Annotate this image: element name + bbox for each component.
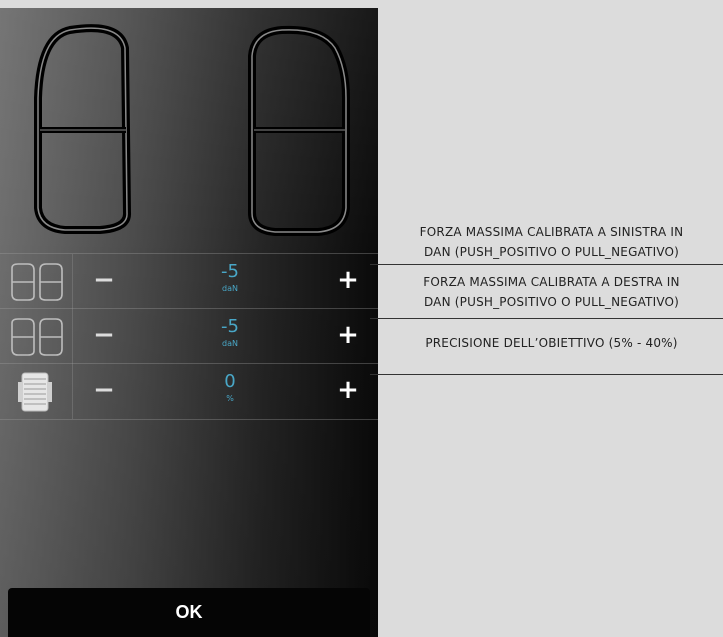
- increase-right-force-button[interactable]: +: [336, 322, 360, 348]
- dual-handle-icon: [11, 318, 63, 356]
- left-force-annotation-underline: [370, 264, 723, 265]
- annotation-line: FORZA MASSIMA CALIBRATA A SINISTRA IN: [419, 225, 684, 239]
- dual-handle-icon: [11, 263, 63, 301]
- handles-illustration: [0, 8, 378, 253]
- ok-button[interactable]: OK: [8, 588, 370, 637]
- left-force-value: -5: [221, 261, 239, 282]
- increase-precision-button[interactable]: +: [336, 377, 360, 403]
- decrease-precision-button[interactable]: −: [92, 377, 116, 403]
- right-force-annotation: FORZA MASSIMA CALIBRATA A DESTRA IN DAN …: [384, 272, 719, 312]
- right-force-unit: daN: [222, 339, 238, 348]
- left-force-annotation: FORZA MASSIMA CALIBRATA A SINISTRA IN DA…: [384, 222, 719, 262]
- increase-left-force-button[interactable]: +: [336, 267, 360, 293]
- precision-row: − 0 % +: [0, 363, 378, 420]
- precision-annotation: PRECISIONE DELL’OBIETTIVO (5% - 40%): [384, 333, 719, 353]
- precision-unit: %: [226, 394, 234, 403]
- row-divider: [72, 254, 73, 309]
- precision-annotation-underline: [370, 374, 723, 375]
- decrease-left-force-button[interactable]: −: [92, 267, 116, 293]
- left-force-unit: daN: [222, 284, 238, 293]
- precision-value: 0: [224, 371, 236, 392]
- annotation-line: FORZA MASSIMA CALIBRATA A DESTRA IN: [423, 275, 680, 289]
- right-handle-icon: [248, 25, 350, 236]
- right-force-annotation-underline: [370, 318, 723, 319]
- device-panel: − -5 daN + − -5 daN + − 0 % + OK: [0, 8, 378, 637]
- handles-graphic: [34, 24, 350, 236]
- decrease-right-force-button[interactable]: −: [92, 322, 116, 348]
- annotation-line: DAN (PUSH_POSITIVO O PULL_NEGATIVO): [423, 245, 680, 259]
- right-force-row: − -5 daN +: [0, 308, 378, 364]
- annotation-line: DAN (PUSH_POSITIVO O PULL_NEGATIVO): [423, 295, 680, 309]
- row-divider: [72, 309, 73, 364]
- annotation-line: PRECISIONE DELL’OBIETTIVO (5% - 40%): [425, 336, 678, 350]
- left-handle-icon: [34, 24, 131, 234]
- row-divider: [72, 364, 73, 419]
- precision-target-icon: [18, 372, 52, 412]
- right-force-value: -5: [221, 316, 239, 337]
- left-force-row: − -5 daN +: [0, 253, 378, 309]
